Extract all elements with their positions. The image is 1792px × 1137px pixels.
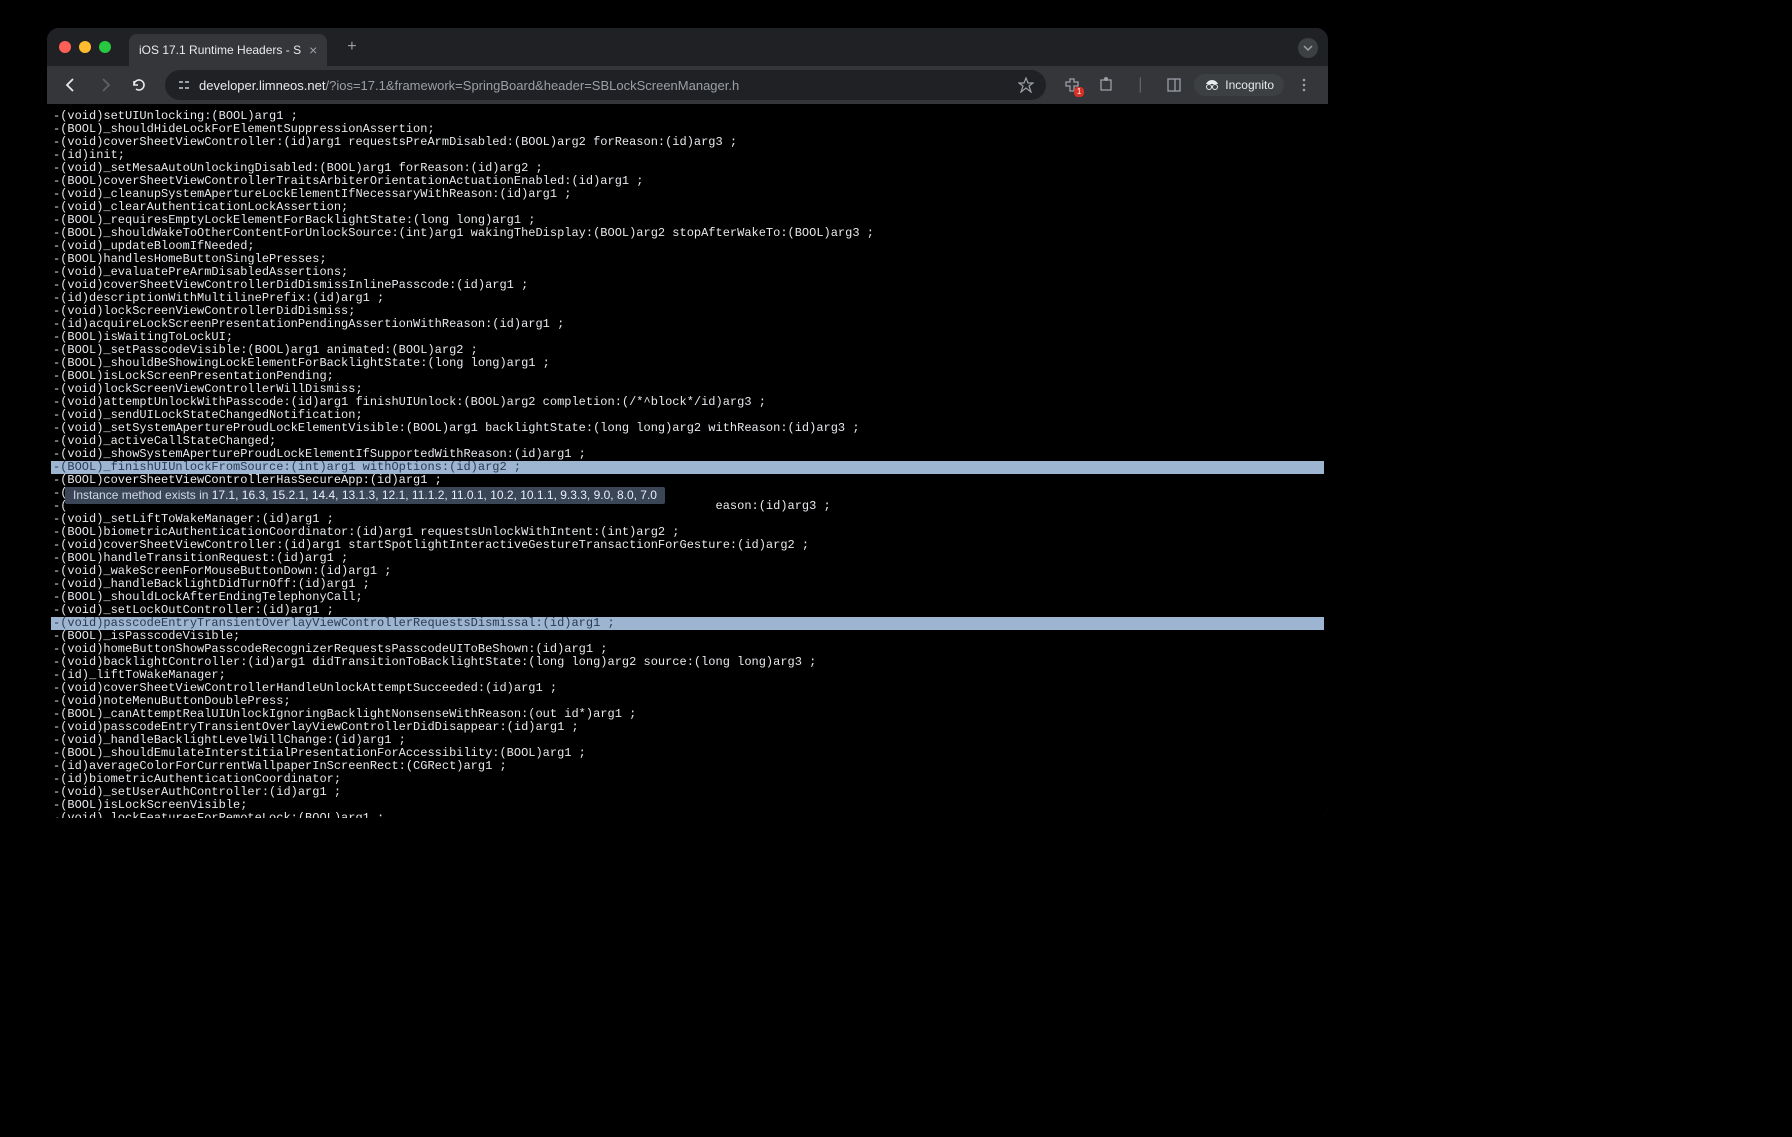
toolbar: developer.limneos.net/?ios=17.1&framewor… <box>47 66 1328 104</box>
puzzle-icon[interactable] <box>1092 71 1120 99</box>
minimize-window-button[interactable] <box>79 41 91 53</box>
side-panel-icon[interactable] <box>1160 71 1188 99</box>
window-controls <box>59 41 111 53</box>
code-line[interactable]: -(void)backlightController:(id)arg1 didT… <box>51 656 1324 669</box>
tab-title: iOS 17.1 Runtime Headers - S <box>139 43 301 57</box>
browser-window: iOS 17.1 Runtime Headers - S × + develop… <box>47 28 1328 818</box>
browser-tab[interactable]: iOS 17.1 Runtime Headers - S × <box>129 34 327 66</box>
tooltip-prefix: Instance method exists in <box>73 488 212 502</box>
divider: | <box>1126 71 1154 99</box>
incognito-label: Incognito <box>1225 78 1274 92</box>
tabs-dropdown-icon[interactable] <box>1298 38 1318 58</box>
code-line[interactable]: -(void)passcodeEntryTransientOverlayView… <box>51 617 1324 630</box>
back-button[interactable] <box>57 71 85 99</box>
url-text: developer.limneos.net/?ios=17.1&framewor… <box>199 78 739 93</box>
extensions-icon[interactable]: 1 <box>1058 71 1086 99</box>
close-tab-icon[interactable]: × <box>309 42 317 58</box>
code-line[interactable]: -(id)acquireLockScreenPresentationPendin… <box>51 318 1324 331</box>
reload-button[interactable] <box>125 71 153 99</box>
new-tab-button[interactable]: + <box>339 34 364 60</box>
forward-button[interactable] <box>91 71 119 99</box>
version-tooltip: Instance method exists in 17.1, 16.3, 15… <box>65 487 665 504</box>
code-line[interactable]: -( Instance method exists in 17.1, 16.3,… <box>51 487 1324 500</box>
tab-bar: iOS 17.1 Runtime Headers - S × + <box>47 28 1328 66</box>
close-window-button[interactable] <box>59 41 71 53</box>
page-content[interactable]: -(void)setUIUnlocking:(BOOL)arg1 ;-(BOOL… <box>47 104 1328 818</box>
tooltip-versions: 17.1, 16.3, 15.2.1, 14.4, 13.1.3, 12.1, … <box>212 488 657 502</box>
menu-icon[interactable] <box>1290 71 1318 99</box>
bookmark-icon[interactable] <box>1018 77 1034 93</box>
incognito-icon <box>1204 79 1220 91</box>
incognito-badge[interactable]: Incognito <box>1194 74 1284 96</box>
extension-badge-count: 1 <box>1074 87 1084 97</box>
code-line[interactable]: -(void)coverSheetViewController:(id)arg1… <box>51 136 1324 149</box>
code-line[interactable]: -(void)_lockFeaturesForRemoteLock:(BOOL)… <box>51 812 1324 818</box>
site-info-icon[interactable] <box>177 78 191 92</box>
maximize-window-button[interactable] <box>99 41 111 53</box>
address-bar[interactable]: developer.limneos.net/?ios=17.1&framewor… <box>165 70 1046 100</box>
